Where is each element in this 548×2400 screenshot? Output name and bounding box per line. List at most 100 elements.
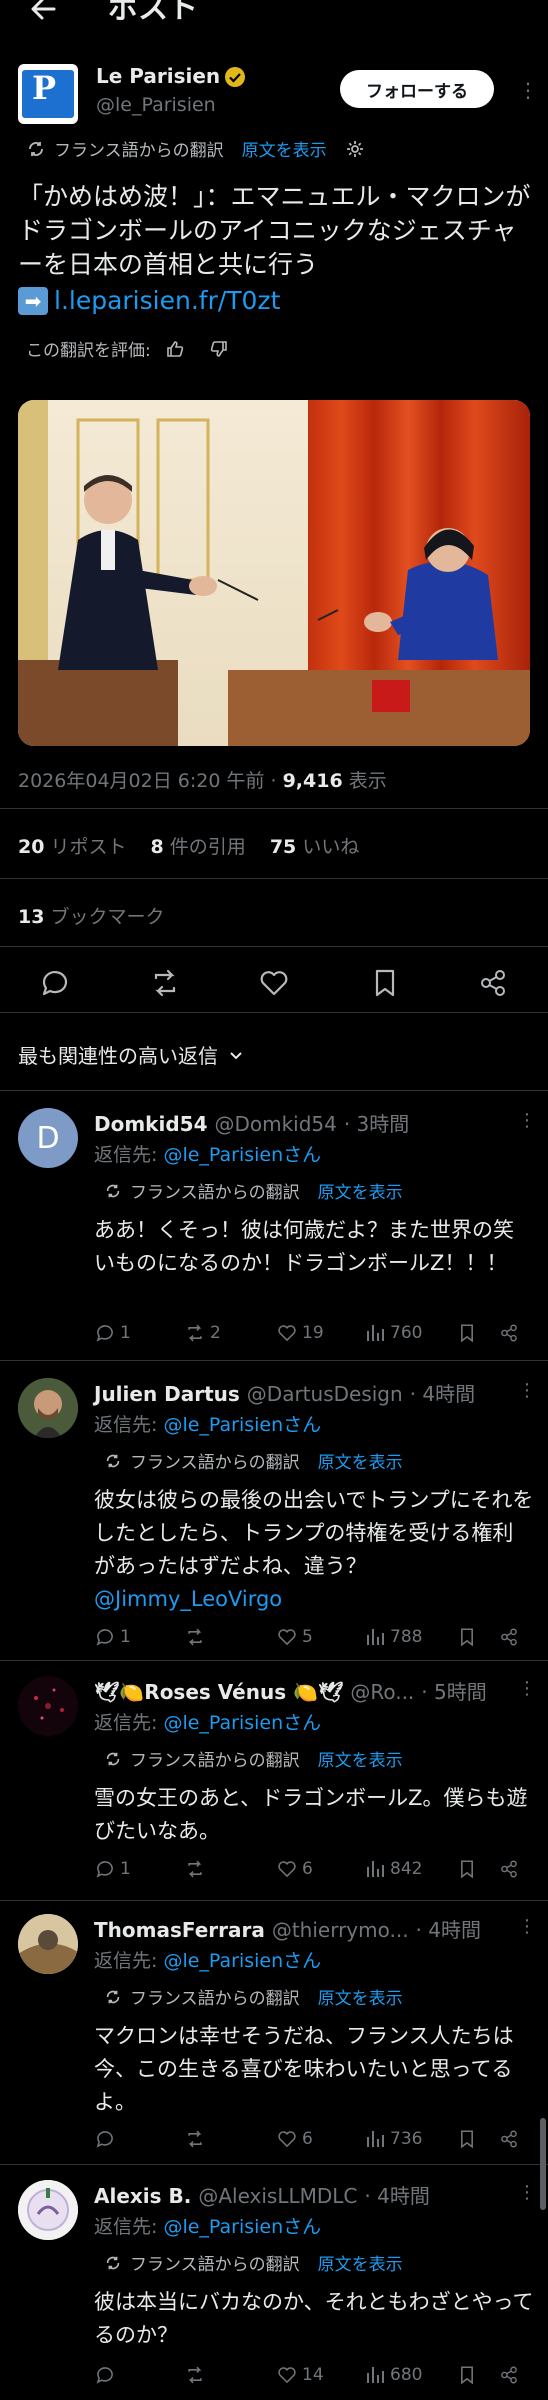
post-timestamp[interactable]: 2026年04月02日 6:20 午前 (18, 770, 264, 792)
like-icon[interactable] (257, 966, 291, 1000)
more-icon[interactable]: ⋮ (518, 1678, 536, 1699)
reply-author[interactable]: Domkid54 @Domkid54 · 3時間 (94, 1108, 409, 1137)
reply-icon[interactable]: 1 (94, 1626, 131, 1648)
follow-button[interactable]: フォローする (340, 70, 494, 108)
likes-stat[interactable]: 75 いいね (270, 832, 360, 859)
like-icon[interactable]: 5 (276, 1626, 313, 1648)
bookmark-icon[interactable] (368, 966, 402, 1000)
like-icon[interactable]: 14 (276, 2364, 324, 2386)
avatar[interactable] (18, 1676, 78, 1736)
show-original-link[interactable]: 原文を表示 (318, 2250, 403, 2275)
post-link-row: ➡ l.leparisien.fr/T0zt (18, 284, 280, 318)
divider (0, 1900, 548, 1901)
thumbs-down-icon[interactable] (209, 339, 229, 359)
reply-actions: 1 5 788 (94, 1626, 534, 1654)
views-icon[interactable]: 788 (364, 1626, 422, 1648)
views-icon[interactable]: 736 (364, 2128, 422, 2150)
share-icon[interactable] (498, 2128, 520, 2150)
thumbs-up-icon[interactable] (165, 339, 185, 359)
reply-to: 返信先: @le_Parisienさん (94, 1712, 322, 1734)
views-count: 9,416 (282, 770, 343, 792)
quotes-stat[interactable]: 8 件の引用 (151, 832, 246, 859)
repost-icon[interactable] (184, 2364, 210, 2386)
avatar[interactable] (18, 1378, 78, 1438)
bookmark-icon[interactable] (456, 1322, 478, 1344)
divider (0, 946, 548, 947)
translate-icon (26, 139, 46, 159)
translation-row: フランス語からの翻訳 原文を表示 (104, 1178, 403, 1203)
mention-link[interactable]: @Jimmy_LeoVirgo (94, 1587, 282, 1611)
chevron-down-icon (228, 1047, 244, 1063)
like-icon[interactable]: 6 (276, 1858, 313, 1880)
show-original-link[interactable]: 原文を表示 (242, 136, 327, 161)
bookmark-icon[interactable] (456, 1858, 478, 1880)
repost-icon[interactable] (184, 2128, 210, 2150)
repost-icon[interactable] (148, 966, 182, 1000)
more-icon[interactable]: ⋮ (518, 1380, 536, 1401)
reply-icon[interactable] (94, 2128, 120, 2150)
views-icon[interactable]: 842 (364, 1858, 422, 1880)
share-icon[interactable] (498, 1626, 520, 1648)
show-original-link[interactable]: 原文を表示 (318, 1984, 403, 2009)
translation-label: フランス語からの翻訳 (54, 141, 224, 161)
reply-icon[interactable] (38, 966, 72, 1000)
page-title: ポスト (108, 0, 198, 26)
repost-icon[interactable] (184, 1626, 210, 1648)
avatar[interactable] (18, 2180, 78, 2240)
bookmark-icon[interactable] (456, 2128, 478, 2150)
post-action-bar (0, 960, 548, 1008)
post-stats-row: 20 リポスト 8 件の引用 75 いいね (18, 832, 359, 859)
share-icon[interactable] (498, 1322, 520, 1344)
views-icon[interactable]: 680 (364, 2364, 422, 2386)
translation-row: フランス語からの翻訳 原文を表示 (104, 2250, 403, 2275)
more-icon[interactable]: ⋮ (518, 1916, 536, 1937)
sort-label: 最も関連性の高い返信 (18, 1044, 218, 1068)
reply-icon[interactable]: 1 (94, 1322, 131, 1344)
more-icon[interactable]: ⋮ (518, 1110, 536, 1131)
reply-author[interactable]: ThomasFerrara @thierrymo... · 4時間 (94, 1914, 481, 1943)
reposts-stat[interactable]: 20 リポスト (18, 832, 127, 859)
bookmark-icon[interactable] (456, 1626, 478, 1648)
post-link[interactable]: l.leparisien.fr/T0zt (54, 284, 280, 318)
reply-author[interactable]: 🕊🍋Roses Vénus 🍋🕊 @Ro... · 5時間 (94, 1676, 487, 1705)
like-icon[interactable]: 6 (276, 2128, 313, 2150)
divider (0, 878, 548, 879)
bookmark-icon[interactable] (456, 2364, 478, 2386)
reply-icon[interactable] (94, 2364, 120, 2386)
reply-text: 彼は本当にバカなのか、それともわざとやってるのか？ (94, 2290, 534, 2347)
share-icon[interactable] (498, 2364, 520, 2386)
share-icon[interactable] (476, 966, 510, 1000)
back-arrow-icon[interactable] (28, 0, 58, 24)
post-photo[interactable] (18, 400, 530, 746)
reply-actions: 1 6 842 (94, 1858, 534, 1886)
repost-icon[interactable] (184, 1858, 210, 1880)
more-icon[interactable]: ⋮ (518, 2182, 536, 2203)
reply-author[interactable]: Julien Dartus @DartusDesign · 4時間 (94, 1378, 475, 1407)
reply-author[interactable]: Alexis B. @AlexisLLMDLC · 4時間 (94, 2180, 430, 2209)
show-original-link[interactable]: 原文を表示 (318, 1178, 403, 1203)
avatar[interactable] (18, 1914, 78, 1974)
divider (0, 1660, 548, 1661)
reply-icon[interactable]: 1 (94, 1858, 131, 1880)
like-icon[interactable]: 19 (276, 1322, 324, 1344)
verified-badge-icon (224, 66, 246, 88)
avatar[interactable]: D (18, 1108, 78, 1168)
show-original-link[interactable]: 原文を表示 (318, 1746, 403, 1771)
author-name[interactable]: Le Parisien (96, 64, 220, 88)
scrollbar[interactable] (540, 2118, 546, 2210)
repost-icon[interactable]: 2 (184, 1322, 221, 1344)
translate-icon (104, 1452, 122, 1470)
settings-icon[interactable] (345, 139, 365, 159)
more-icon[interactable]: ⋮ (518, 78, 538, 102)
views-icon[interactable]: 760 (364, 1322, 422, 1344)
share-icon[interactable] (498, 1858, 520, 1880)
reply-actions: 6 736 (94, 2128, 534, 2156)
divider (0, 808, 548, 809)
author-avatar[interactable]: P (18, 64, 78, 124)
bookmarks-stat[interactable]: 13 ブックマーク (18, 902, 165, 929)
divider (0, 1012, 548, 1013)
show-original-link[interactable]: 原文を表示 (318, 1448, 403, 1473)
author-handle[interactable]: @le_Parisien (96, 94, 216, 116)
avatar-letter: P (32, 69, 57, 107)
reply-sort-dropdown[interactable]: 最も関連性の高い返信 (18, 1040, 244, 1069)
